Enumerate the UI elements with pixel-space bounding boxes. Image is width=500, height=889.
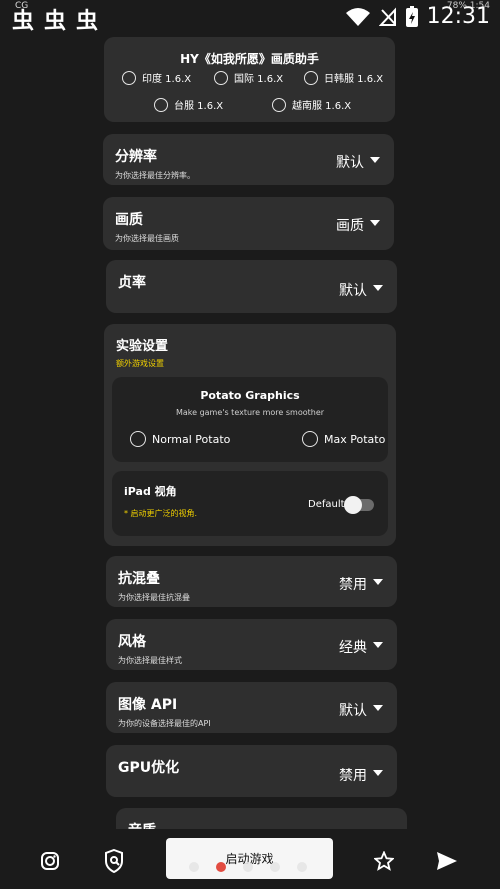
star-icon[interactable] [374, 851, 394, 871]
row-title: 画质 [115, 212, 143, 228]
ipad-note: * 启动更广泛的视角. [124, 509, 198, 518]
bug-icon: 虫 [76, 9, 99, 34]
server-select-title: HY《如我所愿》画质助手 [180, 52, 319, 66]
chevron-down-icon[interactable] [373, 770, 383, 776]
no-signal-icon [378, 6, 396, 26]
toggle-knob [344, 496, 362, 514]
status-bar: 虫 虫 虫 CG 78% 1:54 12:31 [0, 0, 500, 34]
row-subtitle: 为你选择最佳画质 [115, 234, 179, 243]
row-subtitle: 为你选择最佳抗混叠 [118, 593, 190, 602]
chevron-down-icon[interactable] [373, 579, 383, 585]
potato-title: Potato Graphics [200, 389, 300, 402]
row-title: 图像 API [118, 697, 178, 713]
row-title: 风格 [118, 634, 146, 650]
chevron-down-icon[interactable] [373, 642, 383, 648]
setting-row-style[interactable]: 风格 为你选择最佳样式 经典 [106, 619, 397, 670]
experimental-title: 实验设置 [116, 339, 169, 354]
battery-icon [405, 5, 418, 27]
row-subtitle: 为你的设备选择最佳的API [118, 719, 211, 728]
server-option-vn[interactable]: 越南服 1.6.X [272, 97, 351, 112]
radio-circle-icon [154, 97, 168, 112]
radio-circle-icon [304, 70, 318, 85]
experimental-settings-card: 实验设置 额外游戏设置 Potato Graphics Make game's … [104, 324, 396, 546]
setting-row-graphics-api[interactable]: 图像 API 为你的设备选择最佳的API 默认 [106, 682, 397, 733]
status-left-small: CG [15, 1, 29, 11]
potato-subtitle: Make game's texture more smoother [175, 408, 325, 417]
dropdown-value[interactable]: 禁用 [339, 574, 367, 594]
chevron-down-icon[interactable] [370, 157, 380, 163]
row-title: 贞率 [118, 275, 146, 291]
dropdown-value[interactable]: 禁用 [339, 765, 367, 785]
start-game-button[interactable]: 启动游戏 [166, 838, 333, 879]
row-subtitle: 为你选择最佳样式 [118, 656, 182, 665]
radio-circle-icon [130, 431, 146, 447]
send-icon[interactable] [436, 851, 458, 871]
row-title: 分辨率 [115, 149, 157, 165]
dropdown-value[interactable]: 默认 [339, 280, 367, 300]
toggle-label: Default [308, 499, 345, 510]
server-option-india[interactable]: 印度 1.6.X [122, 70, 191, 85]
page-dot[interactable] [297, 862, 307, 872]
radio-circle-icon [122, 70, 136, 85]
status-right: 12:31 [345, 4, 490, 29]
setting-row-antialiasing[interactable]: 抗混叠 为你选择最佳抗混叠 禁用 [106, 556, 397, 607]
server-option-global[interactable]: 国际 1.6.X [214, 70, 283, 85]
dropdown-value[interactable]: 经典 [339, 637, 367, 657]
server-select-card: HY《如我所愿》画质助手 印度 1.6.X 国际 1.6.X 日韩服 1.6.X… [104, 37, 395, 122]
server-option-jpkr[interactable]: 日韩服 1.6.X [304, 70, 383, 85]
wifi-icon [345, 7, 370, 26]
row-title: 抗混叠 [118, 571, 160, 587]
bug-icon: 虫 [44, 9, 67, 34]
server-option-tw[interactable]: 台服 1.6.X [154, 97, 223, 112]
instagram-icon[interactable] [40, 851, 60, 871]
clock: 12:31 [426, 4, 490, 29]
setting-row-quality[interactable]: 画质 为你选择最佳画质 画质 [103, 197, 394, 250]
row-title: GPU优化 [118, 760, 180, 776]
page-dot[interactable] [189, 862, 199, 872]
radio-circle-icon [272, 97, 286, 112]
potato-graphics-panel: Potato Graphics Make game's texture more… [112, 377, 388, 462]
ipad-title: iPad 视角 [124, 485, 177, 498]
potato-option-max[interactable]: Max Potato [302, 431, 385, 447]
chevron-down-icon[interactable] [370, 220, 380, 226]
potato-option-normal[interactable]: Normal Potato [130, 431, 230, 447]
chevron-down-icon[interactable] [373, 705, 383, 711]
setting-row-framerate[interactable]: 贞率 默认 [106, 260, 397, 313]
page-dot-active[interactable] [216, 862, 226, 872]
page-dot[interactable] [243, 862, 253, 872]
shield-search-icon[interactable] [104, 849, 124, 873]
radio-circle-icon [214, 70, 228, 85]
setting-row-resolution[interactable]: 分辨率 为你选择最佳分辨率。 默认 [103, 134, 394, 185]
dropdown-value[interactable]: 默认 [336, 152, 364, 172]
dropdown-value[interactable]: 画质 [336, 215, 364, 235]
page-dot[interactable] [270, 862, 280, 872]
dropdown-value[interactable]: 默认 [339, 700, 367, 720]
row-subtitle: 为你选择最佳分辨率。 [115, 171, 195, 180]
chevron-down-icon[interactable] [373, 285, 383, 291]
radio-circle-icon [302, 431, 318, 447]
ipad-view-panel: iPad 视角 * 启动更广泛的视角. Default [112, 471, 388, 536]
ipad-view-toggle[interactable] [344, 496, 374, 514]
experimental-subtitle: 额外游戏设置 [116, 359, 164, 368]
setting-row-gpu-opt[interactable]: GPU优化 禁用 [106, 745, 397, 797]
